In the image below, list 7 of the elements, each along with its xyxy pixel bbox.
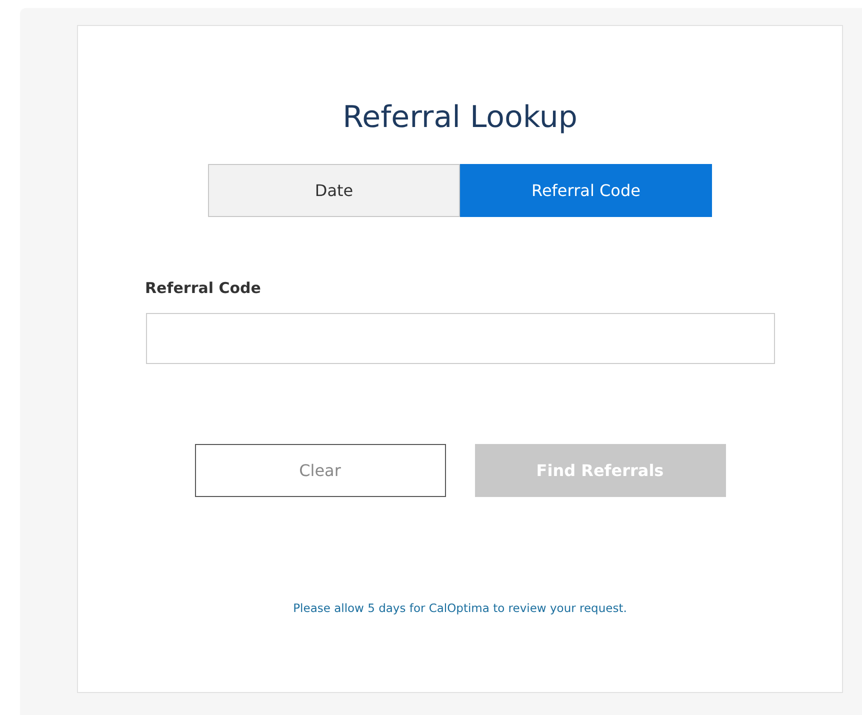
review-notice: Please allow 5 days for CalOptima to review your request.: [293, 601, 627, 615]
clear-button[interactable]: Clear: [194, 444, 446, 497]
form-title: Referral Lookup: [342, 99, 578, 137]
referral-code-field[interactable]: [146, 313, 774, 364]
tab[interactable]: Referral Code: [460, 164, 712, 217]
field-label: Referral Code: [145, 279, 261, 297]
tab[interactable]: Date: [208, 164, 460, 217]
